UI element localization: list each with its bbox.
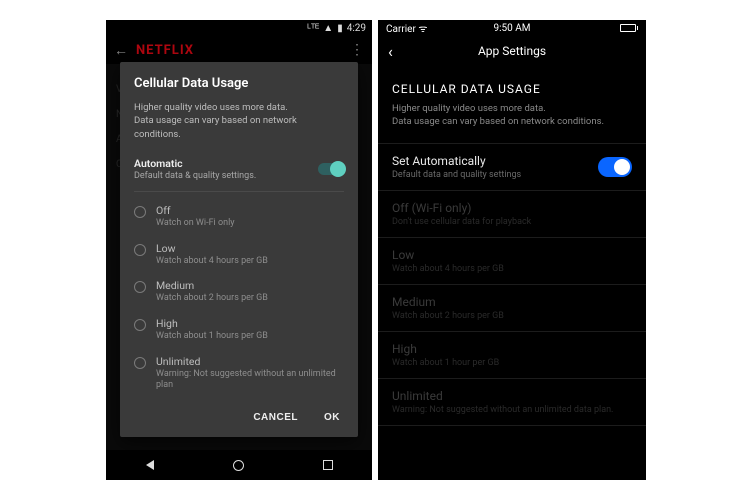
option-off[interactable]: Off Watch on Wi-Fi only — [134, 198, 344, 236]
ios-nav-bar: ‹ App Settings — [378, 36, 646, 66]
more-icon[interactable]: ⋮ — [350, 42, 364, 58]
dialog-description: Higher quality video uses more data. Dat… — [134, 101, 344, 141]
signal-icon: ▲ — [323, 23, 333, 34]
ok-button[interactable]: OK — [320, 406, 344, 429]
status-time: 9:50 AM — [493, 23, 530, 34]
option-unlimited[interactable]: Unlimited Warning: Not suggested without… — [378, 378, 646, 426]
option-off[interactable]: Off (Wi-Fi only) Don't use cellular data… — [378, 190, 646, 237]
nav-recent-icon[interactable] — [323, 460, 333, 470]
automatic-row[interactable]: Automatic Default data & quality setting… — [134, 151, 344, 187]
carrier-label: Carrier ᯤ — [386, 21, 427, 35]
set-automatically-row[interactable]: Set Automatically Default data and quali… — [378, 143, 646, 190]
section-title: CELLULAR DATA USAGE — [378, 66, 646, 102]
back-icon[interactable]: ← — [114, 42, 128, 59]
wifi-icon: ᯤ — [418, 24, 427, 35]
option-unlimited[interactable]: Unlimited Warning: Not suggested without… — [134, 349, 344, 398]
automatic-label: Automatic — [134, 157, 318, 170]
android-nav-bar — [106, 450, 372, 480]
set-automatically-switch[interactable] — [598, 157, 632, 177]
lte-icon: ᴸᵀᴱ — [307, 23, 319, 34]
ios-status-bar: Carrier ᯤ 9:50 AM — [378, 20, 646, 36]
battery-icon: ▮ — [337, 23, 343, 34]
nav-back-icon[interactable] — [146, 460, 154, 470]
radio-icon[interactable] — [134, 206, 146, 218]
radio-icon[interactable] — [134, 357, 146, 369]
nav-home-icon[interactable] — [233, 460, 244, 471]
option-high[interactable]: High Watch about 1 hour per GB — [378, 331, 646, 378]
set-automatically-label: Set Automatically — [392, 154, 598, 168]
status-time: 4:29 — [347, 23, 366, 34]
option-medium[interactable]: Medium Watch about 2 hours per GB — [378, 284, 646, 331]
netflix-brand: NETFLIX — [136, 43, 194, 58]
automatic-toggle[interactable] — [318, 163, 344, 175]
page-title: App Settings — [478, 44, 546, 58]
option-high[interactable]: High Watch about 1 hours per GB — [134, 311, 344, 349]
set-automatically-sub: Default data and quality settings — [392, 170, 598, 180]
dialog-title: Cellular Data Usage — [134, 76, 344, 91]
cancel-button[interactable]: CANCEL — [249, 406, 302, 429]
section-description: Higher quality video uses more data. Dat… — [378, 102, 646, 143]
android-phone: ᴸᵀᴱ ▲ ▮ 4:29 ← NETFLIX ⋮ V N A Q Cellula… — [106, 20, 372, 480]
android-status-bar: ᴸᵀᴱ ▲ ▮ 4:29 — [106, 20, 372, 36]
radio-icon[interactable] — [134, 319, 146, 331]
automatic-sub: Default data & quality settings. — [134, 171, 318, 181]
divider — [134, 191, 344, 192]
option-low[interactable]: Low Watch about 4 hours per GB — [378, 237, 646, 284]
option-medium[interactable]: Medium Watch about 2 hours per GB — [134, 273, 344, 311]
radio-icon[interactable] — [134, 244, 146, 256]
back-icon[interactable]: ‹ — [388, 42, 393, 61]
dialog-actions: CANCEL OK — [134, 406, 344, 429]
cellular-data-dialog: Cellular Data Usage Higher quality video… — [120, 62, 358, 437]
ios-phone: Carrier ᯤ 9:50 AM ‹ App Settings CELLULA… — [378, 20, 646, 480]
android-app-header: ← NETFLIX ⋮ — [106, 36, 372, 64]
radio-icon[interactable] — [134, 281, 146, 293]
option-low[interactable]: Low Watch about 4 hours per GB — [134, 236, 344, 274]
battery-icon — [620, 24, 639, 32]
